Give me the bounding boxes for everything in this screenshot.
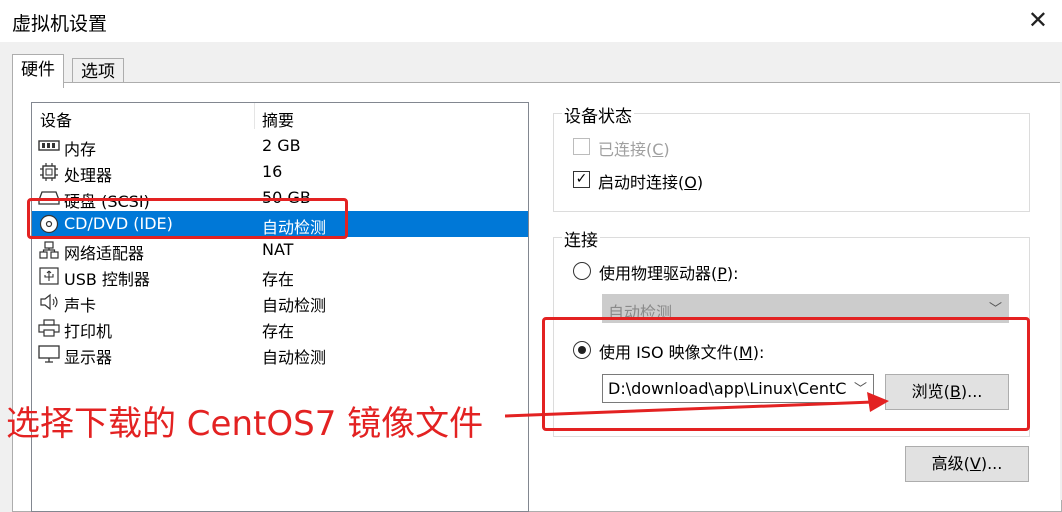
device-summary: 自动检测	[262, 348, 327, 367]
device-name: CD/DVD (IDE)	[64, 214, 173, 233]
device-row-cd-dvd[interactable]: CD/DVD (IDE) 自动检测	[32, 211, 528, 237]
device-summary: 自动检测	[262, 218, 327, 237]
column-separator[interactable]	[254, 103, 255, 129]
network-adapter-icon	[38, 241, 60, 259]
device-name: 显示器	[64, 348, 113, 367]
device-row-printer[interactable]: 打印机 存在	[32, 315, 528, 341]
device-status-label: 设备状态	[562, 102, 634, 127]
device-summary: 存在	[262, 270, 295, 289]
device-row-sound-card[interactable]: 声卡 自动检测	[32, 289, 528, 315]
device-name: 硬盘 (SCSI)	[64, 192, 150, 211]
device-row-hard-disk[interactable]: 硬盘 (SCSI) 50 GB	[32, 185, 528, 211]
physical-drive-value: 自动检测	[608, 303, 673, 322]
iso-image-radio[interactable]	[573, 341, 591, 359]
display-icon	[38, 345, 60, 363]
tab-hardware[interactable]: 硬件	[12, 54, 64, 88]
device-summary: 存在	[262, 322, 295, 341]
device-name: 内存	[64, 140, 97, 159]
tab-strip: 硬件 选项	[0, 42, 1062, 88]
annotation-arrow	[505, 392, 889, 418]
device-summary: 自动检测	[262, 296, 327, 315]
device-row-display[interactable]: 显示器 自动检测	[32, 341, 528, 367]
device-name: 网络适配器	[64, 244, 145, 263]
speaker-icon	[38, 293, 60, 311]
device-summary: NAT	[262, 240, 294, 259]
device-summary: 16	[262, 162, 283, 181]
usb-icon	[38, 267, 60, 285]
physical-drive-radio[interactable]	[573, 262, 591, 280]
advanced-button[interactable]: 高级(V)...	[905, 446, 1029, 482]
cd-dvd-icon	[38, 214, 60, 234]
device-row-network-adapter[interactable]: 网络适配器 NAT	[32, 237, 528, 263]
device-name: 打印机	[64, 322, 113, 341]
iso-image-label: 使用 ISO 映像文件(M):	[599, 343, 765, 362]
memory-icon	[38, 137, 60, 155]
device-row-processor[interactable]: 处理器 16	[32, 159, 528, 185]
list-header: 设备 摘要	[32, 103, 528, 131]
connected-checkbox[interactable]	[573, 138, 590, 155]
printer-icon	[38, 319, 60, 337]
device-summary: 50 GB	[262, 188, 311, 207]
processor-icon	[38, 163, 60, 181]
window-title: 虚拟机设置	[12, 13, 108, 35]
close-icon[interactable]: ✕	[1028, 6, 1048, 34]
device-name: 处理器	[64, 166, 113, 185]
device-status-group: 设备状态	[553, 102, 1030, 212]
connect-at-power-on-label: 启动时连接(O)	[598, 173, 704, 192]
hard-disk-icon	[38, 189, 60, 207]
physical-drive-select[interactable]: 自动检测 ﹀	[602, 294, 1009, 323]
column-header-summary[interactable]: 摘要	[262, 107, 294, 131]
radio-dot	[578, 346, 586, 354]
connection-label: 连接	[562, 226, 600, 251]
tab-options[interactable]: 选项	[72, 58, 124, 84]
title-bar: 虚拟机设置 ✕	[0, 0, 1062, 42]
device-row-usb-controller[interactable]: USB 控制器 存在	[32, 263, 528, 289]
annotation-text: 选择下载的 CentOS7 镜像文件	[6, 404, 484, 444]
device-list[interactable]: 设备 摘要 内存 2 GB 处理器 16 硬盘 (SCSI) 50 GB CD/…	[31, 102, 529, 512]
physical-drive-label: 使用物理驱动器(P):	[599, 264, 739, 283]
device-row-memory[interactable]: 内存 2 GB	[32, 133, 528, 159]
device-name: 声卡	[64, 296, 97, 315]
column-header-device[interactable]: 设备	[40, 107, 72, 131]
device-name: USB 控制器	[64, 270, 150, 289]
chevron-down-icon: ﹀	[988, 302, 1002, 317]
connect-at-power-on-checkbox[interactable]: ✓	[573, 171, 590, 188]
device-summary: 2 GB	[262, 136, 301, 155]
connected-label: 已连接(C)	[598, 140, 670, 159]
